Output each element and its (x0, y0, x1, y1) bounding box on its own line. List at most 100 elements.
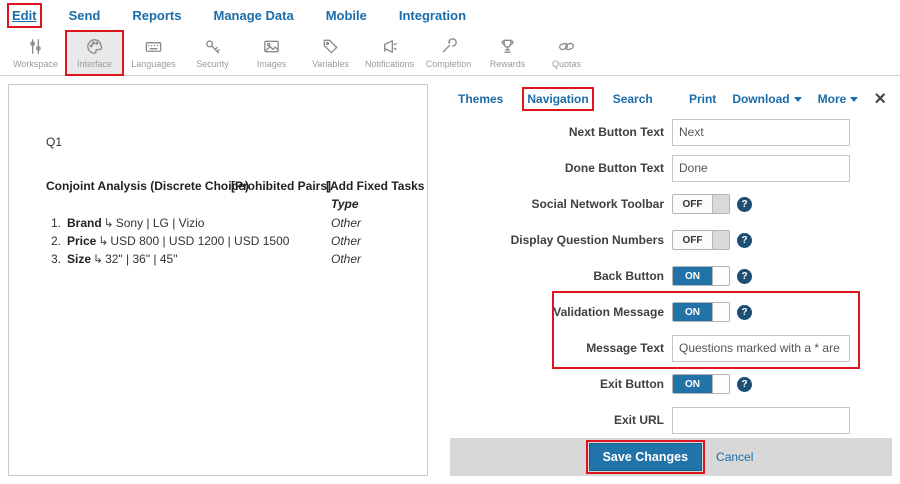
attribute-number: 3. (51, 252, 61, 266)
attribute-levels: Sony | LG | Vizio (116, 216, 205, 230)
nav-item-edit[interactable]: Edit (12, 8, 37, 23)
toggle-state-label: ON (673, 375, 712, 393)
attribute-text: Brand↳Sony | LG | Vizio (67, 216, 204, 230)
arrow-icon: ↳ (102, 216, 116, 230)
toolbar-item-label: Security (196, 59, 229, 69)
wrench-icon (439, 37, 458, 57)
prohibited-pairs-link[interactable]: [Prohibited Pairs] (231, 179, 331, 193)
done-button-text-input[interactable] (672, 155, 850, 182)
edit-toolbar: Workspace Interface Languages Security I… (0, 30, 900, 76)
help-icon[interactable]: ? (737, 233, 752, 248)
attribute-type: Other (331, 216, 361, 230)
type-column-header: Type (331, 197, 359, 211)
exit-url-input[interactable] (672, 407, 850, 434)
attribute-row: 2. Price↳USD 800 | USD 1200 | USD 1500 O… (9, 234, 427, 250)
download-link[interactable]: Download (732, 92, 801, 106)
save-changes-button[interactable]: Save Changes (589, 443, 702, 471)
help-icon[interactable]: ? (737, 377, 752, 392)
attribute-number: 2. (51, 234, 61, 248)
validation-message-toggle[interactable]: ON (672, 302, 730, 322)
help-icon[interactable]: ? (737, 269, 752, 284)
form-row: Exit URL (450, 402, 892, 438)
header-actions: Print Download More × (689, 89, 886, 109)
palette-icon (85, 37, 104, 57)
toggle-knob (712, 195, 729, 213)
chain-icon (557, 37, 576, 57)
tab-navigation[interactable]: Navigation (527, 92, 588, 106)
form-row: Display Question Numbers OFF ? (450, 222, 892, 258)
sliders-icon (26, 37, 45, 57)
settings-form: Next Button Text Done Button Text Social… (450, 114, 892, 438)
back-button-toggle[interactable]: ON (672, 266, 730, 286)
survey-preview-panel: Q1 Conjoint Analysis (Discrete Choice) [… (8, 84, 428, 476)
print-link[interactable]: Print (689, 92, 716, 106)
toggle-knob (712, 303, 729, 321)
download-label: Download (732, 92, 789, 106)
nav-item-send[interactable]: Send (69, 8, 101, 23)
add-fixed-tasks-link[interactable]: [Add Fixed Tasks (326, 179, 424, 193)
help-icon[interactable]: ? (737, 305, 752, 320)
nav-item-reports[interactable]: Reports (132, 8, 181, 23)
toolbar-item-security[interactable]: Security (185, 32, 240, 74)
field-label: Exit URL (450, 413, 672, 427)
social-network-toolbar-toggle[interactable]: OFF (672, 194, 730, 214)
tab-search[interactable]: Search (613, 92, 653, 106)
top-nav: Edit Send Reports Manage Data Mobile Int… (0, 0, 900, 30)
attribute-row: 1. Brand↳Sony | LG | Vizio Other (9, 216, 427, 232)
attribute-levels: USD 800 | USD 1200 | USD 1500 (110, 234, 289, 248)
chevron-down-icon (794, 97, 802, 102)
help-icon[interactable]: ? (737, 197, 752, 212)
toggle-state-label: OFF (673, 195, 712, 213)
toolbar-item-interface[interactable]: Interface (67, 32, 122, 74)
attribute-number: 1. (51, 216, 61, 230)
attribute-name: Price (67, 234, 96, 248)
megaphone-icon (380, 37, 399, 57)
toolbar-item-notifications[interactable]: Notifications (362, 32, 417, 74)
toggle-knob (712, 231, 729, 249)
toggle-knob (712, 375, 729, 393)
question-id: Q1 (46, 135, 62, 149)
trophy-icon (498, 37, 517, 57)
toolbar-item-label: Interface (77, 59, 112, 69)
toggle-knob (712, 267, 729, 285)
question-title-row: Conjoint Analysis (Discrete Choice) [Pro… (9, 179, 427, 193)
toggle-state-label: ON (673, 303, 712, 321)
attribute-text: Price↳USD 800 | USD 1200 | USD 1500 (67, 234, 289, 248)
nav-item-integration[interactable]: Integration (399, 8, 466, 23)
toolbar-item-label: Completion (426, 59, 472, 69)
exit-button-toggle[interactable]: ON (672, 374, 730, 394)
field-label: Message Text (450, 341, 672, 355)
settings-footer: Save Changes Cancel (450, 438, 892, 476)
form-row: Next Button Text (450, 114, 892, 150)
toolbar-item-images[interactable]: Images (244, 32, 299, 74)
question-title: Conjoint Analysis (Discrete Choice) (46, 179, 249, 193)
app-root: Edit Send Reports Manage Data Mobile Int… (0, 0, 900, 484)
toolbar-item-label: Variables (312, 59, 349, 69)
form-row: Back Button ON ? (450, 258, 892, 294)
more-link[interactable]: More (818, 92, 859, 106)
next-button-text-input[interactable] (672, 119, 850, 146)
field-label: Display Question Numbers (450, 233, 672, 247)
close-icon[interactable]: × (874, 89, 886, 109)
arrow-icon: ↳ (91, 252, 105, 266)
form-row: Social Network Toolbar OFF ? (450, 186, 892, 222)
toolbar-item-variables[interactable]: Variables (303, 32, 358, 74)
attribute-name: Size (67, 252, 91, 266)
attribute-levels: 32" | 36" | 45" (105, 252, 177, 266)
tab-themes[interactable]: Themes (458, 92, 503, 106)
toolbar-item-rewards[interactable]: Rewards (480, 32, 535, 74)
display-question-numbers-toggle[interactable]: OFF (672, 230, 730, 250)
attribute-type: Other (331, 234, 361, 248)
message-text-input[interactable] (672, 335, 850, 362)
field-label: Validation Message (450, 305, 672, 319)
toolbar-item-completion[interactable]: Completion (421, 32, 476, 74)
nav-item-mobile[interactable]: Mobile (326, 8, 367, 23)
toolbar-item-quotas[interactable]: Quotas (539, 32, 594, 74)
nav-item-manage-data[interactable]: Manage Data (213, 8, 293, 23)
cancel-link[interactable]: Cancel (716, 450, 753, 464)
toolbar-item-workspace[interactable]: Workspace (8, 32, 63, 74)
toolbar-item-languages[interactable]: Languages (126, 32, 181, 74)
form-row: Done Button Text (450, 150, 892, 186)
toggle-state-label: ON (673, 267, 712, 285)
attribute-text: Size↳32" | 36" | 45" (67, 252, 177, 266)
